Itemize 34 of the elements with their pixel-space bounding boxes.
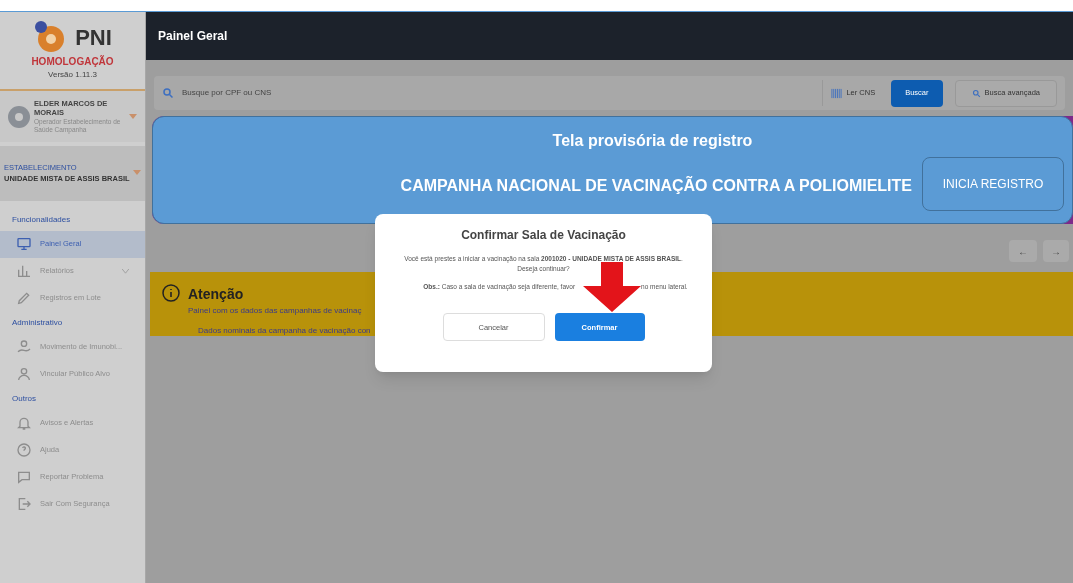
hand-icon — [16, 339, 32, 355]
barcode-icon — [831, 87, 843, 99]
environment-label: HOMOLOGAÇÃO — [31, 54, 114, 69]
notice-text: Painel com os dados das campanhas de vacinaç — [188, 305, 363, 317]
section-title: Administrativo — [11, 316, 64, 329]
dialog-title: Confirmar Sala de Vacinação — [461, 227, 626, 244]
logo-text: PNI — [75, 23, 112, 52]
chat-icon — [16, 469, 32, 485]
exit-icon — [16, 496, 32, 512]
help-icon — [16, 442, 32, 458]
previous-button[interactable]: ← — [1009, 240, 1037, 262]
search-icon — [162, 87, 174, 99]
pen-icon — [16, 290, 32, 306]
section-title: Funcionalidades — [11, 213, 72, 226]
search-field[interactable]: Busque por CPF ou CNS — [182, 87, 815, 99]
search-icon — [971, 88, 981, 98]
chevron-down-icon — [129, 113, 137, 120]
avatar-icon — [8, 105, 30, 128]
notice-title: Atenção — [188, 285, 245, 304]
info-icon — [162, 284, 180, 302]
arrow-down-icon — [583, 262, 641, 312]
start-registration-button[interactable]: INICIA REGISTRO — [922, 157, 1064, 211]
bell-icon — [16, 415, 32, 431]
page-title: Painel Geral — [158, 28, 228, 45]
user-icon — [16, 366, 32, 382]
section-title: Outros — [11, 392, 37, 405]
next-button[interactable]: → — [1043, 240, 1069, 262]
banner-title: Tela provisória de registro — [552, 131, 753, 151]
notice-text: Dados nominais da campanha de vacinação con — [198, 325, 371, 337]
monitor-icon — [16, 236, 32, 252]
version-label: Versão 1.11.3 — [48, 69, 97, 81]
campaign-title: CAMPANHA NACIONAL DE VACINAÇÃO CONTRA A POLIOMIELITE — [400, 175, 912, 196]
chevron-down-icon — [133, 170, 141, 177]
chart-icon — [16, 263, 32, 279]
